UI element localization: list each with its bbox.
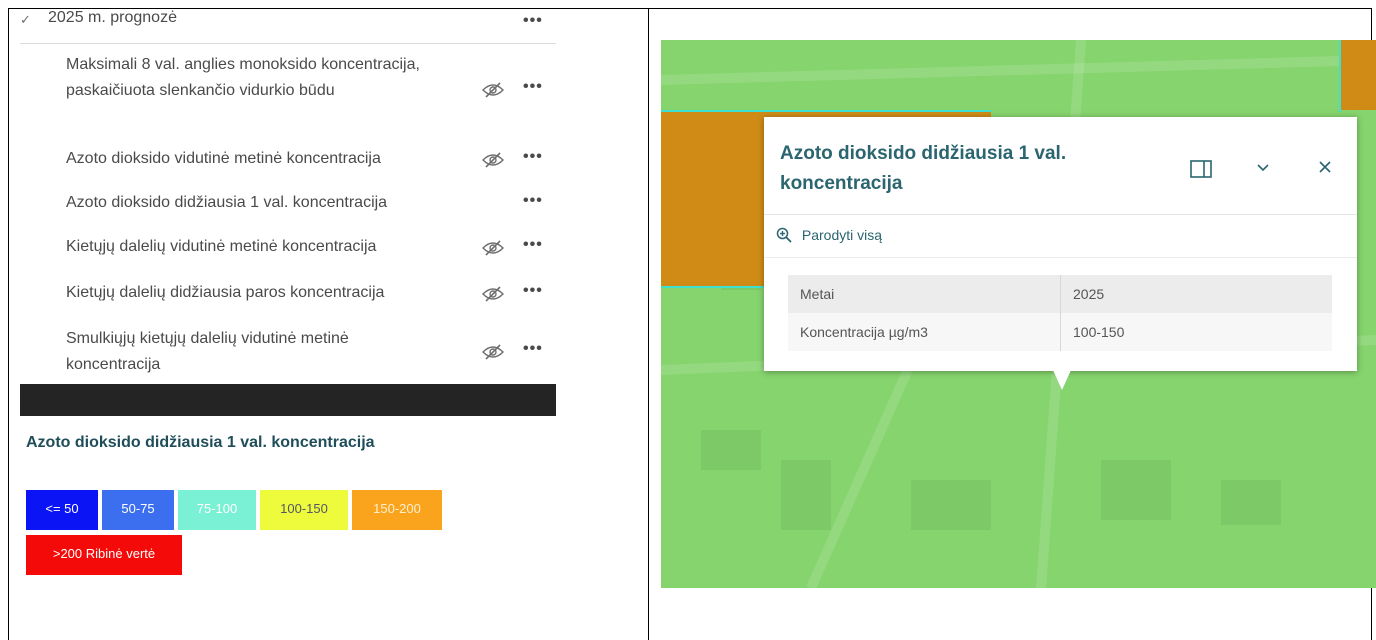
legend-class: 150-200 — [352, 490, 442, 530]
attribute-divider — [1060, 313, 1061, 351]
layer-group-title: 2025 m. prognozė — [48, 9, 177, 26]
popup-section-divider — [764, 257, 1357, 258]
layer-more-options-icon[interactable]: ••• — [523, 148, 543, 166]
layer-item[interactable]: Smulkiųjų kietųjų dalelių vidutinė metin… — [66, 326, 556, 378]
popup-header-divider — [764, 214, 1357, 215]
layer-group-header[interactable]: ✓ 2025 m. prognozė ••• — [20, 6, 556, 44]
attribute-row: Koncentracija µg/m3 100-150 — [788, 313, 1332, 351]
popup-pointer — [1053, 370, 1071, 390]
legend-class: 100-150 — [260, 490, 348, 530]
layer-item[interactable]: Azoto dioksido didžiausia 1 val. koncent… — [66, 190, 556, 218]
layer-item-label: Kietųjų dalelių didžiausia paros koncent… — [66, 284, 385, 301]
exceedance-area[interactable] — [1341, 40, 1376, 110]
layer-item[interactable]: Maksimali 8 val. anglies monoksido konce… — [66, 52, 556, 128]
zone-boundary-line — [1339, 40, 1341, 112]
legend-class: <= 50 — [26, 490, 98, 530]
close-icon[interactable] — [1319, 161, 1331, 173]
visibility-hidden-icon[interactable] — [482, 82, 504, 98]
layer-item-label: Kietųjų dalelių vidutinė metinė koncentr… — [66, 238, 377, 255]
zoom-to-button[interactable]: Parodyti visą — [776, 227, 882, 243]
layer-more-options-icon[interactable]: ••• — [523, 340, 543, 358]
popup-title: Azoto dioksido didžiausia 1 val. koncent… — [780, 143, 1067, 194]
layer-more-options-icon[interactable]: ••• — [523, 78, 543, 96]
layer-more-options-icon[interactable]: ••• — [523, 236, 543, 254]
check-chevron-icon[interactable]: ✓ — [20, 12, 31, 28]
zoom-in-icon — [776, 227, 792, 243]
attribute-key: Metai — [800, 286, 835, 302]
feature-popup: Azoto dioksido didžiausia 1 val. koncent… — [764, 117, 1357, 371]
layer-more-options-icon[interactable]: ••• — [523, 282, 543, 300]
screenshot-frame: ✓ 2025 m. prognozė ••• Maksimali 8 val. … — [0, 0, 1376, 640]
zone-boundary-line — [661, 110, 991, 112]
layer-item[interactable]: Kietųjų dalelių didžiausia paros koncent… — [66, 280, 556, 308]
layer-item-label: Smulkiųjų kietųjų dalelių vidutinė metin… — [66, 330, 349, 373]
attribute-value: 100-150 — [1073, 324, 1125, 340]
visibility-hidden-icon[interactable] — [482, 240, 504, 256]
legend-class: 50-75 — [102, 490, 174, 530]
legend-title: Azoto dioksido didžiausia 1 val. koncent… — [26, 434, 375, 451]
attribute-value: 2025 — [1073, 286, 1105, 302]
visibility-hidden-icon[interactable] — [482, 152, 504, 168]
group-more-options-icon[interactable]: ••• — [523, 12, 543, 30]
layer-list-panel: ✓ 2025 m. prognozė ••• Maksimali 8 val. … — [20, 0, 556, 640]
visibility-hidden-icon[interactable] — [482, 344, 504, 360]
layer-more-options-icon[interactable]: ••• — [523, 192, 543, 210]
legend-class: 75-100 — [178, 490, 256, 530]
visibility-hidden-icon[interactable] — [482, 286, 504, 302]
legend-class: >200 Ribinė vertė — [26, 535, 182, 575]
layer-item[interactable]: Kietųjų dalelių vidutinė metinė koncentr… — [66, 234, 556, 262]
attribute-divider — [1060, 275, 1061, 313]
layer-item-label: Maksimali 8 val. anglies monoksido konce… — [66, 56, 420, 99]
layer-item-label: Azoto dioksido didžiausia 1 val. koncent… — [66, 194, 388, 211]
attribute-key: Koncentracija µg/m3 — [800, 324, 928, 340]
zoom-to-label: Parodyti visą — [801, 227, 883, 243]
chevron-down-icon[interactable] — [1256, 163, 1270, 173]
frame-left-border — [8, 8, 9, 640]
layer-item[interactable]: Azoto dioksido vidutinė metinė koncentra… — [66, 146, 556, 174]
layer-item-label: Azoto dioksido vidutinė metinė koncentra… — [66, 150, 381, 167]
dock-icon[interactable] — [1190, 160, 1212, 178]
attribute-row: Metai 2025 — [788, 275, 1332, 313]
frame-middle-border — [648, 8, 649, 640]
panel-divider-bar — [20, 384, 556, 416]
